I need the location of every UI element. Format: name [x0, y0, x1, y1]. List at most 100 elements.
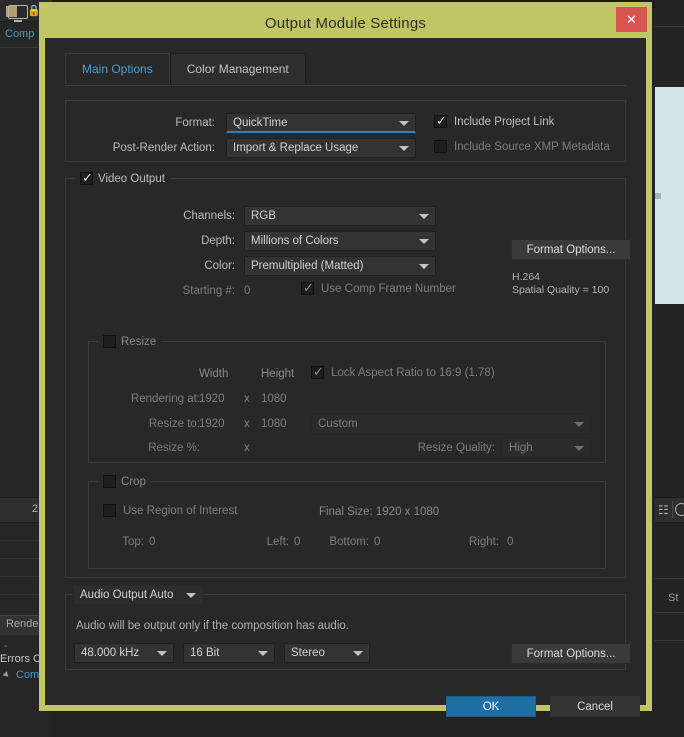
depth-label: Depth: — [201, 235, 235, 247]
tab-underline — [65, 85, 626, 86]
audio-sample-rate-dropdown[interactable]: 48.000 kHz — [74, 643, 174, 663]
chevron-down-icon — [186, 593, 196, 598]
output-module-settings-dialog: Output Module Settings ✕ Main Options Co… — [39, 2, 652, 717]
include-project-link-checkbox[interactable] — [434, 113, 447, 128]
crop-checkbox[interactable] — [103, 475, 116, 488]
audio-output-mode-dropdown[interactable]: Audio Output Auto — [73, 585, 203, 605]
cancel-button[interactable]: Cancel — [550, 696, 640, 717]
audio-output-mode-value: Audio Output Auto — [80, 589, 174, 601]
chevron-down-icon — [574, 422, 584, 427]
chevron-down-icon — [419, 214, 429, 219]
audio-channels-dropdown[interactable]: Stereo — [284, 643, 370, 663]
resize-legend[interactable]: Resize — [98, 335, 162, 348]
background-status-label: St — [668, 592, 679, 604]
crop-bottom-label: Bottom: — [329, 536, 369, 548]
toolbar-divider — [672, 501, 673, 518]
x-separator: x — [244, 418, 250, 430]
format-dropdown[interactable]: QuickTime — [226, 113, 416, 133]
depth-value: Millions of Colors — [251, 235, 339, 247]
use-comp-frame-number-row[interactable]: Use Comp Frame Number — [301, 280, 456, 295]
resize-legend-label: Resize — [121, 335, 157, 348]
chevron-down-icon — [574, 446, 584, 451]
audio-format-options-button[interactable]: Format Options... — [511, 643, 631, 664]
codec-name: H.264 — [512, 271, 541, 283]
width-header: Width — [199, 368, 229, 380]
channels-label: Channels: — [183, 210, 235, 222]
video-output-checkbox[interactable] — [80, 170, 93, 185]
dialog-title: Output Module Settings — [264, 14, 427, 32]
tab-color-management[interactable]: Color Management — [169, 53, 306, 84]
lock-aspect-ratio-row[interactable]: Lock Aspect Ratio to 16:9 (1.78) — [311, 364, 495, 379]
background-errors-label: Errors C — [0, 653, 41, 665]
channels-value: RGB — [251, 210, 276, 222]
background-panel-marker — [655, 193, 661, 199]
monitor-icon[interactable] — [8, 5, 28, 22]
post-render-action-label: Post-Render Action: — [112, 142, 215, 154]
chevron-down-icon — [353, 651, 363, 656]
close-icon[interactable]: ✕ — [616, 7, 647, 32]
resize-quality-value: High — [509, 442, 533, 454]
audio-sample-rate-value: 48.000 kHz — [81, 647, 140, 659]
include-xmp-checkbox[interactable] — [434, 140, 447, 153]
color-label: Color: — [204, 260, 235, 272]
x-separator: x — [244, 393, 250, 405]
audio-bit-depth-dropdown[interactable]: 16 Bit — [183, 643, 275, 663]
color-dropdown[interactable]: Premultiplied (Matted) — [244, 256, 436, 276]
dialog-title-bar: Output Module Settings ✕ — [45, 7, 647, 38]
audio-bit-depth-value: 16 Bit — [190, 647, 220, 659]
final-size-label: Final Size: 1920 x 1080 — [319, 506, 440, 518]
crop-left-label: Left: — [266, 536, 289, 548]
rendering-width-value: 1920 — [199, 393, 225, 405]
background-divider — [655, 578, 684, 579]
include-project-link-label: Include Project Link — [454, 115, 555, 128]
include-project-link-row[interactable]: Include Project Link — [434, 113, 555, 128]
lock-aspect-ratio-checkbox[interactable] — [311, 364, 324, 379]
background-render-label: Render — [6, 618, 43, 630]
depth-dropdown[interactable]: Millions of Colors — [244, 231, 436, 251]
background-comp-link[interactable]: Comp — [5, 28, 34, 40]
crop-top-value[interactable]: 0 — [149, 536, 155, 548]
dialog-body: Main Options Color Management Format: Qu… — [45, 38, 646, 717]
background-divider — [655, 640, 684, 641]
video-output-legend[interactable]: Video Output — [75, 170, 170, 185]
include-xmp-row[interactable]: Include Source XMP Metadata — [434, 140, 610, 153]
network-icon[interactable]: ☷ — [658, 503, 669, 517]
video-output-panel: Video Output Channels: RGB Depth: Millio… — [65, 170, 631, 578]
codec-note: H.264 Spatial Quality = 100 — [512, 271, 609, 297]
crop-top-label: Top: — [122, 536, 144, 548]
crop-panel: Crop Use Region of Interest Final Size: … — [88, 475, 606, 569]
crop-right-label: Right: — [468, 536, 499, 548]
color-value: Premultiplied (Matted) — [251, 260, 364, 272]
crop-legend[interactable]: Crop — [98, 475, 151, 488]
x-separator: x — [244, 442, 250, 454]
tab-main-options[interactable]: Main Options — [65, 53, 170, 84]
use-region-of-interest-row[interactable]: Use Region of Interest — [103, 504, 237, 517]
resize-panel: Resize Width Height Lock Aspect Ratio to… — [88, 335, 606, 463]
video-format-options-button[interactable]: Format Options... — [511, 239, 631, 260]
post-render-action-dropdown[interactable]: Import & Replace Usage — [226, 138, 416, 158]
crop-bottom-value[interactable]: 0 — [374, 536, 380, 548]
use-comp-frame-number-checkbox[interactable] — [301, 280, 314, 295]
resize-width-value[interactable]: 1920 — [199, 418, 225, 430]
resize-quality-label: Resize Quality: — [417, 442, 495, 454]
resize-checkbox[interactable] — [103, 335, 116, 348]
tab-bar: Main Options Color Management — [65, 53, 306, 84]
use-region-of-interest-checkbox[interactable] — [103, 504, 116, 517]
spatial-quality: Spatial Quality = 100 — [512, 284, 610, 296]
resize-quality-dropdown[interactable]: High — [502, 438, 591, 458]
starting-number-value[interactable]: 0 — [244, 285, 250, 297]
resize-preset-dropdown[interactable]: Custom — [311, 414, 591, 434]
channels-dropdown[interactable]: RGB — [244, 206, 436, 226]
crop-left-value[interactable]: 0 — [294, 536, 300, 548]
audio-description: Audio will be output only if the composi… — [76, 620, 349, 632]
background-divider — [655, 26, 684, 27]
crop-right-value[interactable]: 0 — [507, 536, 513, 548]
include-xmp-label: Include Source XMP Metadata — [454, 140, 610, 153]
globe-icon[interactable] — [675, 503, 684, 516]
chevron-down-icon — [399, 120, 409, 126]
resize-height-value[interactable]: 1080 — [261, 418, 287, 430]
format-label: Format: — [175, 117, 215, 129]
resize-percent-label: Resize %: — [148, 442, 200, 454]
chevron-down-icon — [157, 651, 167, 656]
ok-button[interactable]: OK — [446, 696, 536, 717]
